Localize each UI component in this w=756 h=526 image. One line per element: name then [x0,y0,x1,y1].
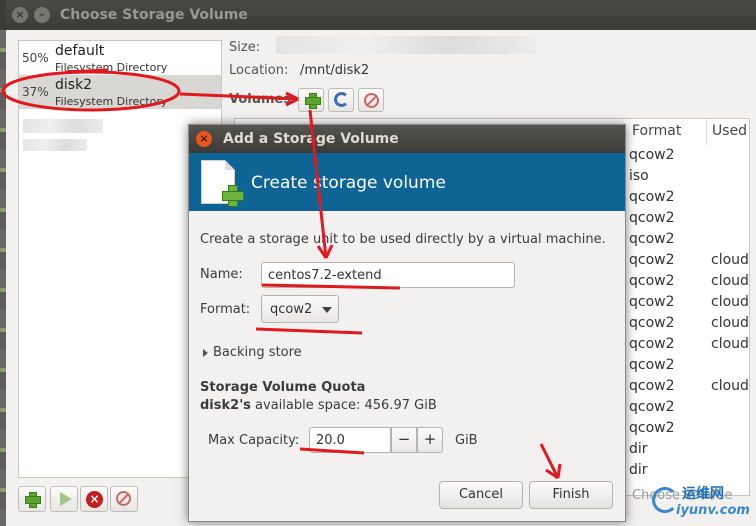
delete-icon [116,491,131,506]
redacted-pool [23,119,103,133]
add-pool-button[interactable] [18,486,46,512]
finish-button[interactable]: Finish [529,481,613,509]
volume-format: qcow2 [629,420,675,436]
dialog-titlebar: × Add a Storage Volume [189,125,625,153]
quota-title: Storage Volume Quota [200,380,366,395]
volume-used-by: cloud [711,294,749,310]
chevron-down-icon [322,307,332,313]
desktop-launcher-strip [0,30,6,526]
watermark-logo-icon [652,487,678,513]
available-space: disk2's available space: 456.97 GiB [200,398,437,413]
name-label: Name: [200,267,243,282]
location-value: /mnt/disk2 [300,63,370,78]
format-label: Format: [200,302,251,317]
volume-format: qcow2 [629,189,675,205]
stop-pool-button[interactable]: × [80,486,108,512]
expander-arrow-icon [203,348,208,357]
size-label: Size: [229,40,261,55]
volume-format: qcow2 [629,273,675,289]
pool-item-disk2[interactable]: 37% disk2 Filesystem Directory [19,75,221,109]
volume-format: qcow2 [629,231,675,247]
pool-name: default [55,43,105,59]
volume-format: qcow2 [629,315,675,331]
volume-used-by: cloud [711,315,749,331]
pool-name: disk2's [200,398,251,413]
plus-icon [25,492,41,508]
add-volume-button[interactable] [298,88,324,112]
pool-type: Filesystem Directory [55,61,168,74]
volume-used-by: cloud [711,273,749,289]
backing-store-expander[interactable]: Backing store [203,345,302,360]
dialog-title: Add a Storage Volume [223,131,399,147]
pool-item-default[interactable]: 50% default Filesystem Directory [19,41,221,75]
plus-icon [305,93,321,109]
format-select[interactable]: qcow2 [261,295,339,323]
increment-button[interactable]: + [417,427,443,453]
volume-format: qcow2 [629,294,675,310]
redacted-pool [23,139,87,151]
volume-name-input[interactable] [261,262,515,288]
plus-icon [222,185,244,207]
new-document-icon [201,160,244,207]
refresh-icon [334,92,349,107]
volume-used-by: cloud [711,336,749,352]
stop-icon [364,93,379,108]
volume-format: qcow2 [629,210,675,226]
volume-format: qcow2 [629,399,675,415]
pool-name: disk2 [55,77,93,93]
volume-format: qcow2 [629,357,675,373]
backing-store-label: Backing store [213,345,302,360]
add-storage-volume-dialog: × Add a Storage Volume Create storage vo… [188,124,626,522]
start-pool-button[interactable] [50,486,78,512]
volumes-label: Volumes [229,92,292,107]
watermark: 运维网 iyunv.com [652,483,752,523]
refresh-volumes-button[interactable] [328,88,354,112]
volume-format: iso [629,168,649,184]
column-header-format[interactable]: Format [627,119,707,145]
volume-format: qcow2 [629,336,675,352]
available-space-text: available space: 456.97 GiB [250,398,437,413]
window-titlebar: × – Choose Storage Volume [6,0,756,30]
decrement-button[interactable]: − [391,427,417,453]
pool-usage-percent: 50% [22,51,49,65]
pool-type: Filesystem Directory [55,95,168,108]
play-icon [60,492,72,506]
close-icon[interactable]: × [12,7,28,23]
dialog-header-banner: Create storage volume [189,153,625,211]
volume-format: dir [629,462,648,478]
max-capacity-label: Max Capacity: [208,433,300,448]
capacity-unit: GiB [455,433,478,448]
delete-pool-button[interactable] [110,486,138,512]
cancel-button[interactable]: Cancel [439,481,523,509]
volume-format: dir [629,441,648,457]
volume-used-by: cloud [711,378,749,394]
location-label: Location: [229,63,289,78]
close-icon[interactable]: × [196,131,212,147]
column-header-used[interactable]: Used [707,119,749,145]
volume-format: qcow2 [629,147,675,163]
window-title: Choose Storage Volume [60,7,248,23]
volume-format: qcow2 [629,378,675,394]
dialog-header-title: Create storage volume [251,173,446,193]
volume-used-by: cloud [711,252,749,268]
delete-volume-button[interactable] [358,88,384,112]
max-capacity-input[interactable] [309,427,391,453]
minimize-icon[interactable]: – [34,7,50,23]
pool-usage-percent: 37% [22,85,49,99]
watermark-url: iyunv.com [676,503,750,518]
dialog-description: Create a storage unit to be used directl… [200,232,606,247]
redacted-size [276,36,536,54]
format-selected-value: qcow2 [270,302,313,317]
stop-icon: × [86,491,103,508]
watermark-name: 运维网 [682,486,724,502]
volume-format: qcow2 [629,252,675,268]
